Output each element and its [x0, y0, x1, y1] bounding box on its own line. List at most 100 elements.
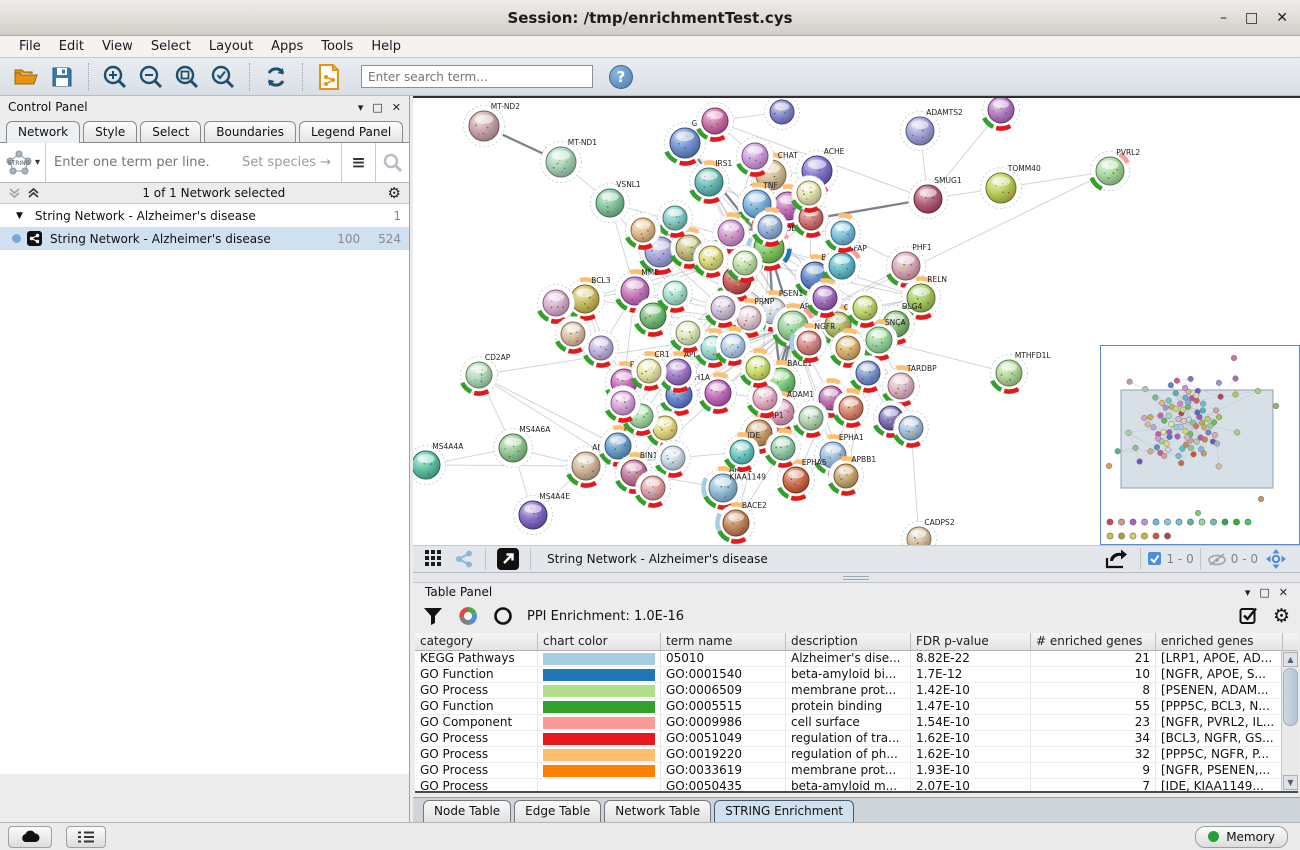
network-node-smug1[interactable]: SMUG1: [909, 176, 962, 219]
zoom-out-icon[interactable]: [135, 62, 167, 92]
network-node-tardbp[interactable]: TARDBP: [883, 364, 938, 405]
table-settings-gear-icon[interactable]: ⚙: [1273, 605, 1290, 627]
grid-mode-icon[interactable]: [421, 544, 447, 574]
string-options-icon[interactable]: ≡: [341, 143, 375, 182]
network-node[interactable]: [737, 138, 774, 175]
table-row[interactable]: GO ComponentGO:0009986cell surface1.54E-…: [415, 715, 1298, 731]
network-node[interactable]: [848, 291, 883, 326]
network-node-tomm40[interactable]: TOMM40: [981, 164, 1041, 209]
zoom-fit-icon[interactable]: [171, 62, 203, 92]
menu-help[interactable]: Help: [362, 39, 410, 54]
network-node[interactable]: [851, 356, 886, 391]
network-node[interactable]: [983, 98, 1020, 129]
network-node[interactable]: [741, 351, 776, 386]
network-node[interactable]: [753, 210, 788, 245]
column-header-enriched-genes[interactable]: enriched genes: [1156, 633, 1283, 650]
network-node[interactable]: [834, 391, 869, 426]
table-panel-close-icon[interactable]: ✕: [1279, 586, 1288, 599]
table-row[interactable]: GO ProcessGO:0050435beta-amyloid m...2.0…: [415, 779, 1298, 793]
network-node-pvrl2[interactable]: PVRL2: [1091, 148, 1141, 191]
table-row[interactable]: KEGG Pathways05010Alzheimer's dise...8.8…: [415, 651, 1298, 667]
panel-undock-icon[interactable]: □: [372, 101, 382, 114]
tab-string-enrichment[interactable]: STRING Enrichment: [714, 800, 854, 822]
table-row[interactable]: GO ProcessGO:0019220regulation of ph...1…: [415, 747, 1298, 763]
table-panel-undock-icon[interactable]: □: [1259, 586, 1269, 599]
network-canvas[interactable]: MT-ND2MT-ND1VSNL1GAB2IRS1CHATACHEBCHETNF…: [413, 96, 1300, 545]
network-node-ms4a6a[interactable]: MS4A6A: [494, 425, 552, 468]
network-collection-row[interactable]: ▼ String Network - Alzheimer's disease 1: [0, 204, 409, 227]
network-node[interactable]: [658, 201, 693, 236]
menu-layout[interactable]: Layout: [200, 39, 262, 54]
column-header--enriched-genes[interactable]: # enriched genes: [1031, 633, 1156, 650]
panel-float-icon[interactable]: ▾: [358, 101, 364, 114]
zoom-selected-icon[interactable]: [207, 62, 239, 92]
table-row[interactable]: GO ProcessGO:0051049regulation of tra...…: [415, 731, 1298, 747]
network-options-gear-icon[interactable]: ⚙: [388, 184, 401, 202]
network-node[interactable]: [538, 285, 575, 322]
column-header-description[interactable]: description: [786, 633, 911, 650]
network-node[interactable]: [765, 98, 800, 130]
fit-content-icon[interactable]: [1260, 544, 1292, 574]
set-species-label[interactable]: Set species →: [242, 155, 341, 170]
maximize-button[interactable]: □: [1245, 10, 1258, 26]
network-node[interactable]: [728, 246, 763, 281]
menu-select[interactable]: Select: [142, 39, 200, 54]
export-network-icon[interactable]: [1100, 544, 1132, 574]
network-node[interactable]: [826, 216, 861, 251]
search-input[interactable]: [361, 65, 593, 88]
scrollbar-thumb[interactable]: [1283, 668, 1298, 726]
tab-network[interactable]: Network: [6, 121, 80, 143]
menu-edit[interactable]: Edit: [50, 39, 93, 54]
tab-legend-panel[interactable]: Legend Panel: [299, 121, 403, 142]
select-columns-icon[interactable]: [1239, 606, 1259, 626]
zoom-in-icon[interactable]: [99, 62, 131, 92]
open-session-button[interactable]: [10, 62, 42, 92]
network-node-ide[interactable]: IDE: [725, 431, 761, 470]
close-button[interactable]: ✕: [1276, 10, 1288, 26]
string-search-icon[interactable]: [375, 143, 409, 182]
network-node[interactable]: [626, 213, 661, 248]
network-node[interactable]: [794, 401, 829, 436]
menu-file[interactable]: File: [10, 39, 50, 54]
scroll-up-icon[interactable]: ▲: [1283, 652, 1298, 667]
table-panel-float-icon[interactable]: ▾: [1245, 586, 1251, 599]
string-db-caret-icon[interactable]: ▾: [35, 157, 40, 168]
network-node[interactable]: [697, 103, 734, 140]
collapse-all-icon[interactable]: [8, 187, 21, 199]
birds-eye-view[interactable]: [1100, 345, 1300, 545]
network-row[interactable]: String Network - Alzheimer's disease 100…: [0, 227, 409, 250]
tab-boundaries[interactable]: Boundaries: [204, 121, 296, 142]
network-node-ms4a4a[interactable]: MS4A4A: [413, 442, 464, 485]
tab-node-table[interactable]: Node Table: [423, 800, 511, 822]
panel-splitter[interactable]: [413, 573, 1300, 583]
column-header-category[interactable]: category: [415, 633, 538, 650]
table-row[interactable]: GO FunctionGO:0001540beta-amyloid bi...1…: [415, 667, 1298, 683]
string-query-input[interactable]: [46, 155, 242, 170]
refresh-icon[interactable]: [260, 62, 292, 92]
network-node[interactable]: [671, 316, 706, 351]
network-node[interactable]: [894, 411, 929, 446]
menu-apps[interactable]: Apps: [262, 39, 312, 54]
tab-edge-table[interactable]: Edge Table: [514, 800, 601, 822]
menu-view[interactable]: View: [93, 39, 142, 54]
panel-close-icon[interactable]: ✕: [392, 101, 401, 114]
network-node-cadps2[interactable]: CADPS2: [902, 518, 955, 545]
network-node-adamts2[interactable]: ADAMTS2: [901, 108, 964, 151]
rings-toggle-icon[interactable]: [493, 606, 513, 626]
table-row[interactable]: GO ProcessGO:0006509membrane prot...1.42…: [415, 683, 1298, 699]
filter-funnel-icon[interactable]: [423, 606, 443, 626]
enrichment-chart-icon[interactable]: [457, 605, 479, 627]
table-row[interactable]: GO FunctionGO:0005515protein binding1.47…: [415, 699, 1298, 715]
tab-select[interactable]: Select: [140, 121, 201, 142]
help-icon[interactable]: ?: [609, 65, 633, 89]
tab-network-table[interactable]: Network Table: [604, 800, 711, 822]
cloud-tasks-button[interactable]: [8, 826, 52, 848]
tab-style[interactable]: Style: [83, 121, 137, 142]
open-in-browser-icon[interactable]: [494, 544, 522, 574]
column-header-term-name[interactable]: term name: [661, 633, 786, 650]
network-node-ms4a4e[interactable]: MS4A4E: [514, 492, 571, 535]
network-node-mt-nd1[interactable]: MT-ND1: [541, 138, 598, 183]
network-node[interactable]: [656, 441, 691, 476]
network-node[interactable]: [808, 281, 843, 316]
network-node[interactable]: [636, 471, 671, 506]
